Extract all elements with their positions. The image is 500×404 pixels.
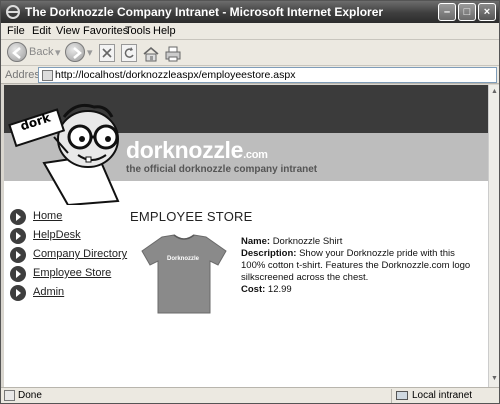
product-description-row: Description: Show your Dorknozzle pride … [241,248,481,284]
intranet-zone-icon [396,391,408,400]
product-tshirt-image [141,234,227,314]
site-logo[interactable]: dorknozzle.com [126,137,268,164]
status-text: Done [18,390,42,401]
zone-label: Local intranet [412,390,473,401]
arrow-bullet-icon [10,228,26,244]
product-description-line-3: silkscreened across the chest. [241,272,369,283]
product-name: Dorknozzle Shirt [272,236,343,247]
browser-window: The Dorknozzle Company Intranet - Micros… [0,0,500,404]
arrow-bullet-icon [10,247,26,263]
stop-button[interactable] [99,44,115,62]
product-description-label: Description: [241,248,297,259]
arrow-bullet-icon [10,209,26,225]
arrow-bullet-icon [10,285,26,301]
menu-view[interactable]: View [56,25,80,37]
logo-suffix: .com [243,149,268,161]
stop-icon [102,48,112,58]
toolbar: Back ▾ ▾ [1,40,499,66]
menu-help[interactable]: Help [153,25,176,37]
close-button[interactable]: × [478,3,496,21]
product-cost-label: Cost: [241,284,266,295]
status-bar: Done Local intranet [1,387,499,403]
address-url[interactable]: http://localhost/dorknozzleaspx/employee… [55,69,295,81]
nav-link-home[interactable]: Home [33,210,62,222]
nav-link-helpdesk[interactable]: HelpDesk [33,229,81,241]
back-dropdown-icon[interactable]: ▾ [55,46,61,59]
dork-mascot-logo [8,103,120,205]
site-tagline: the official dorknozzle company intranet [126,164,318,175]
back-label: Back [29,46,54,58]
product-cost-row: Cost: 12.99 [241,284,481,296]
menu-file[interactable]: File [7,25,25,37]
maximize-button[interactable]: □ [458,3,476,21]
minimize-button[interactable]: – [438,3,456,21]
back-arrow-icon [12,47,21,59]
refresh-icon [124,47,134,58]
arrow-bullet-icon [10,266,26,282]
product-name-row: Name: Dorknozzle Shirt [241,236,481,248]
forward-dropdown-icon[interactable]: ▾ [87,46,93,59]
page-icon [42,70,53,81]
product-name-label: Name: [241,236,271,247]
product-cost: 12.99 [267,284,292,295]
forward-button[interactable] [65,42,85,62]
vertical-scrollbar[interactable]: ▲ ▼ [488,85,499,387]
tshirt-print-text: Dorknozzle [167,256,200,262]
scroll-down-icon[interactable]: ▼ [490,374,499,384]
print-icon[interactable] [164,43,182,65]
nav-link-company-directory[interactable]: Company Directory [33,248,127,260]
window-title: The Dorknozzle Company Intranet - Micros… [25,5,384,19]
refresh-button[interactable] [121,44,137,62]
product-description-line-2: 100% cotton t-shirt. Features the Dorkno… [241,260,471,271]
ie-icon [6,5,20,19]
menu-favorites[interactable]: Favorites [83,25,128,37]
scroll-up-icon[interactable]: ▲ [490,87,499,97]
address-bar: Address http://localhost/dorknozzleaspx/… [1,66,499,84]
back-button[interactable] [7,42,27,62]
logo-text: dorknozzle [126,137,244,163]
nav-link-admin[interactable]: Admin [33,286,64,298]
product-description-line-1: Show your Dorknozzle pride with this [299,248,455,259]
forward-arrow-icon [73,47,82,59]
menu-bar: File Edit View Favorites Tools Help [1,23,499,40]
title-bar: The Dorknozzle Company Intranet - Micros… [1,1,499,23]
menu-edit[interactable]: Edit [32,25,51,37]
page-viewport: dork dorknozzle.com the official dorknoz… [4,85,488,387]
security-zone: Local intranet [391,389,495,403]
nav-link-employee-store[interactable]: Employee Store [33,267,111,279]
page-title: EMPLOYEE STORE [130,209,253,224]
page-done-icon [4,390,15,401]
menu-tools[interactable]: Tools [125,25,151,37]
product-details: Name: Dorknozzle Shirt Description: Show… [241,236,481,296]
home-icon[interactable] [142,43,160,65]
address-input[interactable]: http://localhost/dorknozzleaspx/employee… [38,67,497,83]
